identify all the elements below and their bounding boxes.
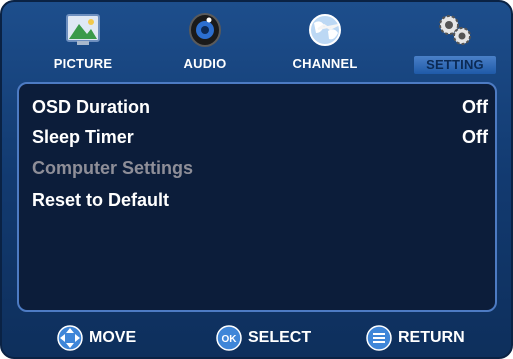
osd-menu-window: PICTURE AUDIO CHANNEL SETTING OSD Durati… xyxy=(0,0,513,359)
move-hint: MOVE xyxy=(57,320,136,356)
menu-item-value: Off xyxy=(462,96,488,117)
menu-item-osd-duration[interactable]: OSD Duration Off xyxy=(32,94,488,120)
menu-item-label: Sleep Timer xyxy=(32,126,134,147)
tab-picture[interactable]: PICTURE xyxy=(28,10,138,76)
menu-item-label: OSD Duration xyxy=(32,96,151,117)
tab-channel-label: CHANNEL xyxy=(292,56,358,71)
tab-bar: PICTURE AUDIO CHANNEL SETTING xyxy=(2,2,511,82)
globe-icon xyxy=(303,10,347,50)
dpad-icon xyxy=(57,325,83,351)
footer-hints: MOVE OK SELECT RETURN xyxy=(2,320,511,356)
select-hint: OK SELECT xyxy=(216,320,311,356)
speaker-icon xyxy=(183,10,227,50)
svg-text:OK: OK xyxy=(222,334,238,345)
move-label: MOVE xyxy=(89,329,137,346)
gears-icon xyxy=(433,10,477,50)
settings-panel: OSD Duration Off Sleep Timer Off Compute… xyxy=(17,82,497,312)
return-label: RETURN xyxy=(398,329,465,346)
select-label: SELECT xyxy=(248,329,312,346)
tab-setting[interactable]: SETTING xyxy=(400,10,510,76)
menu-item-computer-settings: Computer Settings xyxy=(32,155,488,181)
ok-button-icon: OK xyxy=(216,325,242,351)
picture-icon xyxy=(61,10,105,50)
tab-audio-label: AUDIO xyxy=(183,56,227,71)
tab-setting-label: SETTING xyxy=(414,56,496,74)
return-hint: RETURN xyxy=(366,320,465,356)
menu-item-value: Off xyxy=(462,126,488,147)
tab-audio[interactable]: AUDIO xyxy=(150,10,260,76)
menu-item-sleep-timer[interactable]: Sleep Timer Off xyxy=(32,124,488,150)
menu-list-icon xyxy=(366,325,392,351)
tab-channel[interactable]: CHANNEL xyxy=(270,10,380,76)
tab-picture-label: PICTURE xyxy=(53,56,113,71)
menu-item-label: Reset to Default xyxy=(32,189,170,210)
menu-item-reset-to-default[interactable]: Reset to Default xyxy=(32,187,488,213)
menu-item-label: Computer Settings xyxy=(32,157,194,178)
